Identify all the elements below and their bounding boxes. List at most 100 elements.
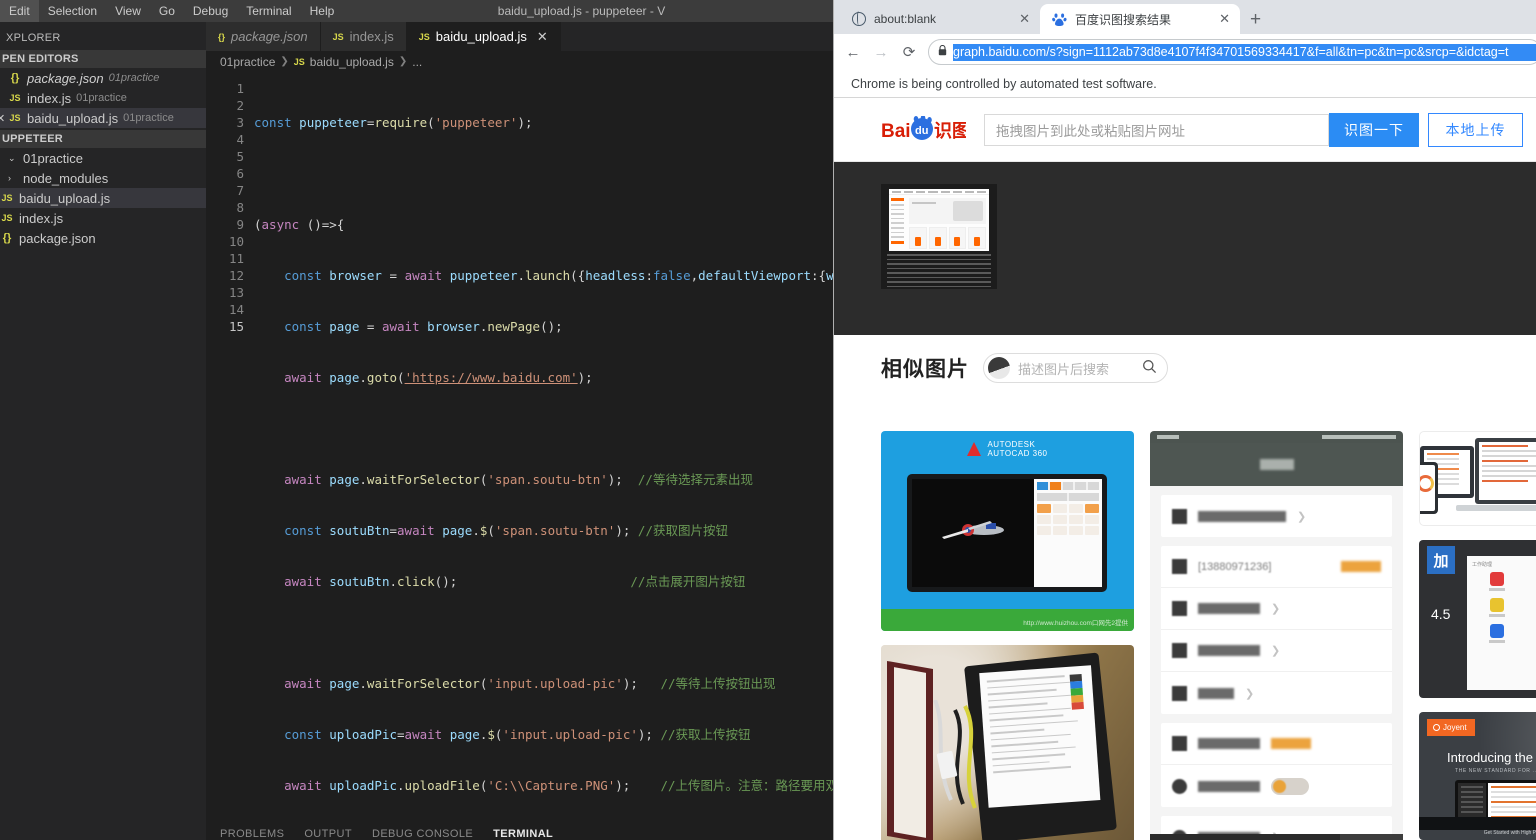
result-card-autocad[interactable]: AUTODESK AUTOCAD 360 http://www.huizhou.… bbox=[881, 431, 1134, 631]
tab-title: 百度识图搜索结果 bbox=[1075, 12, 1172, 27]
svg-text:du: du bbox=[915, 125, 928, 137]
code-line-8: await page.waitForSelector('span.soutu-b… bbox=[284, 472, 753, 487]
new-tab-button[interactable]: + bbox=[1250, 10, 1261, 29]
picture-frame bbox=[887, 660, 933, 840]
breadcrumb-root[interactable]: 01practice bbox=[220, 55, 275, 69]
menu-item-debug[interactable]: Debug bbox=[184, 0, 237, 22]
menu-item-terminal[interactable]: Terminal bbox=[237, 0, 300, 22]
file-tree-item-index-js[interactable]: JS index.js bbox=[0, 208, 206, 228]
open-editor-package-json[interactable]: {} package.json 01practice bbox=[0, 68, 206, 88]
menu-item-view[interactable]: View bbox=[106, 0, 150, 22]
account-phone-number: [13880971236] bbox=[1198, 561, 1272, 573]
settings-row-language[interactable] bbox=[1161, 723, 1392, 765]
result-card-app-store[interactable]: 加 4.5 文 工作助理Q bbox=[1419, 540, 1536, 698]
result-card-device-mockup[interactable] bbox=[1419, 431, 1536, 526]
line-number: 11 bbox=[228, 251, 244, 266]
chrome-toolbar: ← → ⟳ graph.baidu.com/s?sign=1112ab73d8e… bbox=[834, 34, 1536, 70]
editor-tab-package-json[interactable]: {} package.json bbox=[206, 22, 321, 51]
breadcrumb: 01practice ❯ JS baidu_upload.js ❯ ... bbox=[206, 51, 833, 72]
uploaded-thumbnail[interactable] bbox=[881, 184, 997, 289]
url-text[interactable]: graph.baidu.com/s?sign=1112ab73d8e4107f4… bbox=[953, 43, 1536, 61]
browser-tab-baidu-results[interactable]: 百度识图搜索结果 ✕ bbox=[1040, 4, 1240, 34]
file-tree-item-baidu-upload-js[interactable]: JS baidu_upload.js bbox=[0, 188, 206, 208]
settings-row[interactable]: ❯ bbox=[1161, 588, 1392, 630]
editor-tab-baidu-upload-js[interactable]: JS baidu_upload.js ✕ bbox=[406, 22, 561, 51]
json-file-icon: {} bbox=[10, 72, 20, 84]
open-editors-header[interactable]: PEN EDITORS bbox=[0, 50, 206, 68]
file-tree-item-node-modules[interactable]: › node_modules bbox=[0, 168, 206, 188]
settings-row-account[interactable]: [13880971236] bbox=[1161, 546, 1392, 588]
identify-image-button[interactable]: 识图一下 bbox=[1329, 112, 1419, 147]
open-editor-index-js[interactable]: JS index.js 01practice bbox=[0, 88, 206, 108]
breadcrumb-file[interactable]: baidu_upload.js bbox=[310, 55, 394, 69]
baidu-shitu-logo[interactable]: Bai du 识图 bbox=[881, 114, 970, 144]
result-card-mobile-settings[interactable]: ❯ [13880971236] ❯ ❯ ❯ bbox=[1150, 431, 1403, 840]
browser-tab-about-blank[interactable]: about:blank ✕ bbox=[840, 4, 1040, 34]
menu-item-selection[interactable]: Selection bbox=[39, 0, 106, 22]
close-icon[interactable]: ✕ bbox=[1219, 11, 1230, 27]
panel-tab-terminal[interactable]: TERMINAL bbox=[493, 828, 553, 840]
code-editor[interactable]: 1 2 3 4 5 6 7 8 9 10 11 12 13 14 15 cons… bbox=[206, 72, 833, 840]
nav-item[interactable] bbox=[1213, 834, 1276, 840]
nav-item[interactable] bbox=[1277, 834, 1340, 840]
panel-tab-output[interactable]: OUTPUT bbox=[304, 828, 352, 840]
code-line-3: (async ()=>{ bbox=[254, 217, 345, 232]
editor-tab-index-js[interactable]: JS index.js bbox=[320, 22, 407, 51]
file-tree-item-01practice[interactable]: ⌄ 01practice bbox=[0, 148, 206, 168]
reload-button[interactable]: ⟳ bbox=[896, 39, 922, 65]
logout-link[interactable] bbox=[1341, 561, 1381, 572]
settings-row[interactable]: ❯ bbox=[1161, 672, 1392, 714]
language-value bbox=[1271, 738, 1311, 749]
search-icon[interactable] bbox=[1142, 359, 1157, 378]
back-button[interactable]: ← bbox=[840, 39, 866, 65]
result-card-desk-photo[interactable] bbox=[881, 645, 1134, 840]
js-file-icon: JS bbox=[293, 56, 305, 67]
joyent-subhead: THE NEW STANDARD FOR ... bbox=[1455, 768, 1536, 774]
tablet-mockup bbox=[907, 474, 1107, 592]
local-upload-button[interactable]: 本地上传 bbox=[1428, 112, 1523, 147]
lock-icon bbox=[938, 44, 947, 59]
user-icon bbox=[1172, 559, 1187, 574]
menu-item-edit[interactable]: Edit bbox=[0, 0, 39, 22]
panel-tab-debug-console[interactable]: DEBUG CONSOLE bbox=[372, 828, 473, 840]
line-number: 9 bbox=[236, 217, 244, 232]
forward-button[interactable]: → bbox=[868, 39, 894, 65]
line-number: 3 bbox=[236, 115, 244, 130]
phone-app-grid: 工作助理Q bbox=[1467, 556, 1536, 690]
line-number-gutter: 1 2 3 4 5 6 7 8 9 10 11 12 13 14 15 bbox=[206, 72, 254, 840]
menu-item-go[interactable]: Go bbox=[150, 0, 184, 22]
project-header[interactable]: UPPETEER bbox=[0, 130, 206, 148]
close-icon[interactable]: ✕ bbox=[0, 112, 5, 125]
phone-status-bar bbox=[1150, 431, 1403, 443]
tab-title: about:blank bbox=[874, 12, 937, 26]
settings-row[interactable]: ❯ bbox=[1161, 495, 1392, 537]
code-text[interactable]: const puppeteer=require('puppeteer'); (a… bbox=[254, 72, 833, 840]
similar-images-title: 相似图片 bbox=[881, 358, 969, 381]
close-icon[interactable]: ✕ bbox=[1019, 11, 1030, 27]
nav-item[interactable] bbox=[1150, 834, 1213, 840]
open-editor-desc: 01practice bbox=[123, 112, 174, 124]
breadcrumb-tail[interactable]: ... bbox=[412, 55, 422, 69]
notifications-toggle[interactable] bbox=[1271, 777, 1309, 795]
file-tree-item-package-json[interactable]: {} package.json bbox=[0, 228, 206, 248]
open-editor-baidu-upload-js[interactable]: ✕ JS baidu_upload.js 01practice bbox=[0, 108, 206, 128]
menu-item-help[interactable]: Help bbox=[301, 0, 344, 22]
result-card-joyent[interactable]: Joyent ContactCompany Introducing the Jo… bbox=[1419, 712, 1536, 840]
settings-row[interactable]: ❯ bbox=[1161, 630, 1392, 672]
json-file-icon: {} bbox=[2, 232, 12, 244]
describe-image-search[interactable]: 描述图片后搜索 bbox=[983, 353, 1168, 383]
vscode-window: Edit Selection View Go Debug Terminal He… bbox=[0, 0, 833, 840]
close-icon[interactable]: ✕ bbox=[537, 29, 548, 45]
settings-row-notifications[interactable] bbox=[1161, 765, 1392, 807]
open-editor-name: index.js bbox=[27, 90, 72, 106]
line-number: 13 bbox=[228, 285, 244, 300]
address-bar[interactable]: graph.baidu.com/s?sign=1112ab73d8e4107f4… bbox=[928, 39, 1536, 65]
tab-label: package.json bbox=[231, 29, 308, 44]
open-editor-name: package.json bbox=[27, 70, 104, 86]
phone-title-bar bbox=[1150, 443, 1403, 486]
file-name: 01practice bbox=[23, 150, 83, 166]
nav-item-settings[interactable] bbox=[1339, 834, 1403, 840]
panel-tab-problems[interactable]: PROBLEMS bbox=[220, 828, 284, 840]
image-url-input[interactable]: 拖拽图片到此处或粘贴图片网址 bbox=[984, 113, 1329, 146]
